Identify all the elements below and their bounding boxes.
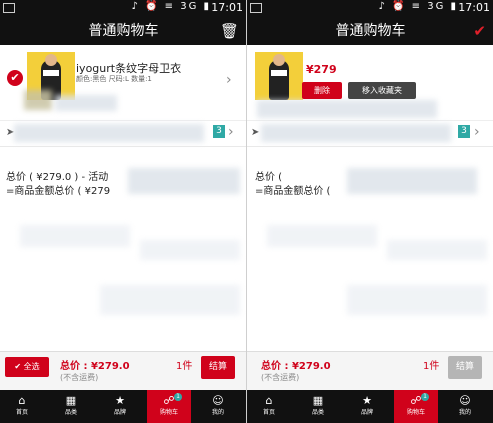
checkmark-icon[interactable]: ✔ — [473, 17, 486, 45]
promotion-count-badge: 3 — [458, 125, 470, 138]
cart-screen-normal: ♪ ⏰ ≡ 3G ▮ 17:01 普通购物车 🗑 ✔ iyogurt条纹字母卫衣… — [0, 0, 247, 423]
page-title: 普通购物车 — [335, 23, 406, 39]
blurred-region — [140, 240, 240, 260]
promotion-icon: ➤ — [251, 127, 260, 138]
item-check-icon[interactable]: ✔ — [7, 70, 23, 86]
home-icon: ⌂ — [18, 394, 26, 407]
tab-home[interactable]: ⌂ 首页 — [0, 390, 44, 423]
page-title-bar: 普通购物车 ✔ — [247, 17, 493, 45]
select-all-button[interactable]: ✔ 全选 — [5, 357, 49, 377]
move-to-favorites-button[interactable]: 移入收藏夹 — [348, 82, 416, 99]
item-count: 1件 — [423, 361, 440, 372]
chevron-right-icon[interactable]: › — [474, 124, 480, 140]
page-title-bar: 普通购物车 🗑 — [0, 17, 247, 45]
image-notification-icon — [250, 3, 262, 13]
status-time: 17:01 — [211, 1, 243, 14]
promotion-count-badge: 3 — [213, 125, 225, 138]
product-image[interactable] — [255, 52, 303, 100]
item-count: 1件 — [176, 361, 193, 372]
cart-icon: ☍ — [410, 394, 422, 407]
tab-category[interactable]: ▦ 品类 — [296, 390, 340, 423]
tag-icon: ★ — [115, 394, 125, 407]
tab-home[interactable]: ⌂ 首页 — [247, 390, 291, 423]
blurred-region — [387, 240, 487, 260]
tab-cart[interactable]: ☍ 1 购物车 — [147, 390, 191, 423]
blurred-region — [14, 124, 204, 142]
tab-cart[interactable]: ☍ 1 购物车 — [394, 390, 438, 423]
total-price: 总价 : ¥279.0 — [261, 361, 331, 372]
user-icon: ☺ — [459, 394, 471, 407]
delete-button[interactable]: 删除 — [302, 82, 342, 99]
summary-line-1: 总价 ( ¥279.0 ) - 活动 — [6, 172, 109, 183]
home-icon: ⌂ — [265, 394, 273, 407]
blurred-region — [20, 225, 130, 247]
summary-line-2: =商品金额总价 ( — [255, 186, 331, 197]
summary-line-2: =商品金额总价 ( ¥279 — [6, 186, 111, 197]
status-icons: ♪ ⏰ ≡ 3G ▮ — [131, 1, 211, 12]
cart-screen-edit: ♪ ⏰ ≡ 3G ▮ 17:01 普通购物车 ✔ ➤ 3 › 总价 ( =商品金… — [246, 0, 493, 423]
trash-icon[interactable]: 🗑 — [220, 17, 239, 45]
user-icon: ☺ — [212, 394, 224, 407]
tab-brand[interactable]: ★ 品牌 — [345, 390, 389, 423]
tab-mine[interactable]: ☺ 我的 — [443, 390, 487, 423]
page-title: 普通购物车 — [88, 23, 159, 39]
tab-mine[interactable]: ☺ 我的 — [196, 390, 240, 423]
status-time: 17:01 — [458, 1, 490, 14]
chevron-right-icon[interactable]: › — [226, 72, 232, 88]
cart-count-badge: 1 — [421, 393, 429, 401]
item-price: ¥279 — [306, 63, 337, 76]
blurred-region — [267, 225, 377, 247]
chevron-right-icon[interactable]: › — [228, 124, 234, 140]
divider — [0, 146, 247, 147]
tab-category[interactable]: ▦ 品类 — [49, 390, 93, 423]
blurred-region — [100, 285, 240, 315]
image-notification-icon — [3, 3, 15, 13]
shipping-note: (不含运费) — [261, 373, 300, 382]
blurred-region — [261, 124, 451, 142]
tab-bar: ⌂ 首页 ▦ 品类 ★ 品牌 ☍ 1 购物车 ☺ 我的 — [247, 390, 493, 423]
status-bar: ♪ ⏰ ≡ 3G ▮ 17:01 — [0, 0, 247, 17]
tab-bar: ⌂ 首页 ▦ 品类 ★ 品牌 ☍ 1 购物车 ☺ 我的 — [0, 390, 247, 423]
summary-line-1: 总价 ( — [255, 172, 283, 183]
checkout-button-disabled[interactable]: 结算 — [448, 356, 482, 379]
blurred-region — [55, 95, 117, 111]
cart-icon: ☍ — [163, 394, 175, 407]
product-attributes: 颜色:黑色 尺码:L 数量:1 — [76, 75, 152, 83]
status-bar: ♪ ⏰ ≡ 3G ▮ 17:01 — [247, 0, 493, 17]
blurred-region — [128, 168, 240, 194]
total-price: 总价 : ¥279.0 — [60, 361, 130, 372]
tag-icon: ★ — [362, 394, 372, 407]
blurred-region — [257, 100, 437, 118]
status-icons: ♪ ⏰ ≡ 3G ▮ — [378, 1, 458, 12]
grid-icon: ▦ — [65, 394, 77, 407]
blurred-region — [24, 90, 52, 110]
tab-brand[interactable]: ★ 品牌 — [98, 390, 142, 423]
divider — [247, 146, 493, 147]
cart-count-badge: 1 — [174, 393, 182, 401]
shipping-note: (不含运费) — [60, 373, 99, 382]
blurred-region — [347, 285, 487, 315]
grid-icon: ▦ — [312, 394, 324, 407]
blurred-region — [347, 168, 477, 194]
checkout-button[interactable]: 结算 — [201, 356, 235, 379]
